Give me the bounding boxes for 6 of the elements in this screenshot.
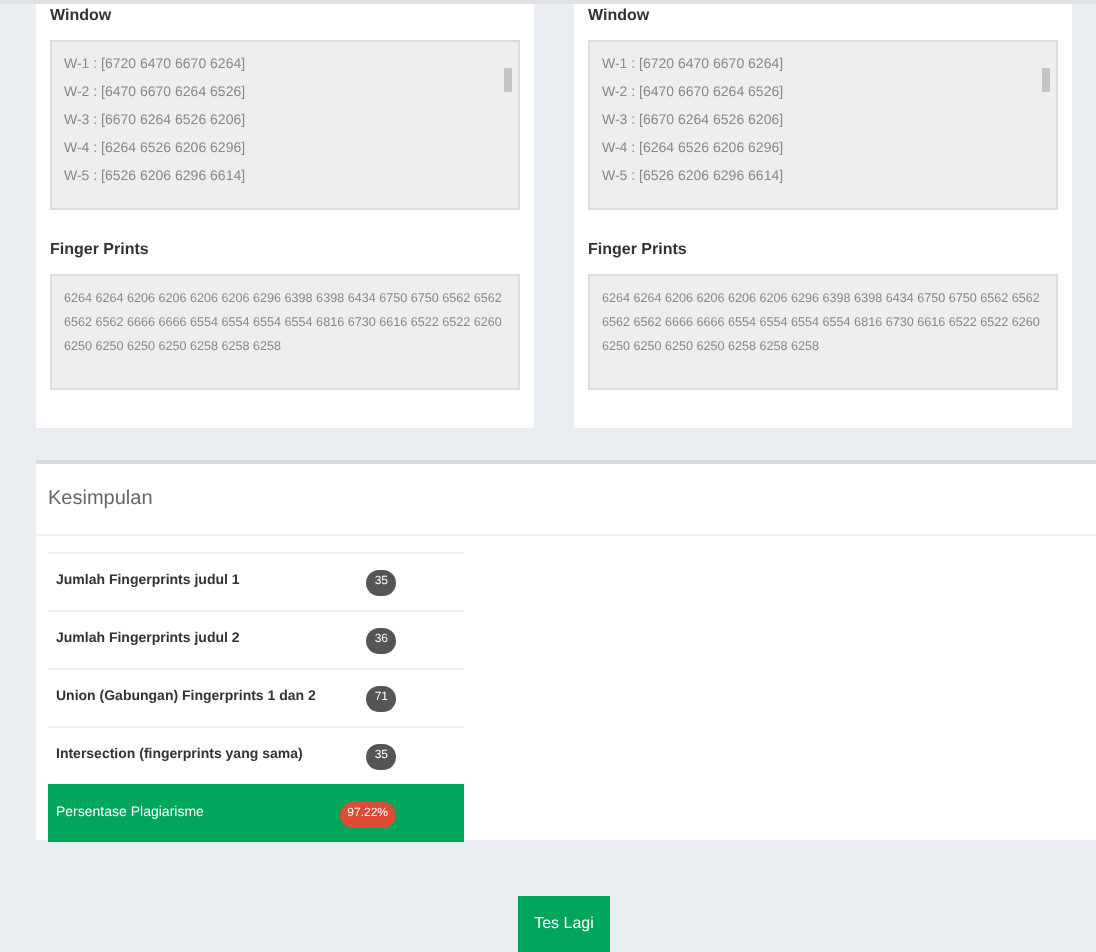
summary-title: Kesimpulan: [36, 464, 1096, 536]
fingerprints-label: Finger Prints: [588, 238, 689, 262]
window-label: Window: [50, 6, 114, 26]
window-label: Window: [588, 6, 652, 26]
fingerprints-label: Finger Prints: [50, 238, 151, 262]
retry-button[interactable]: Tes Lagi: [518, 896, 610, 952]
